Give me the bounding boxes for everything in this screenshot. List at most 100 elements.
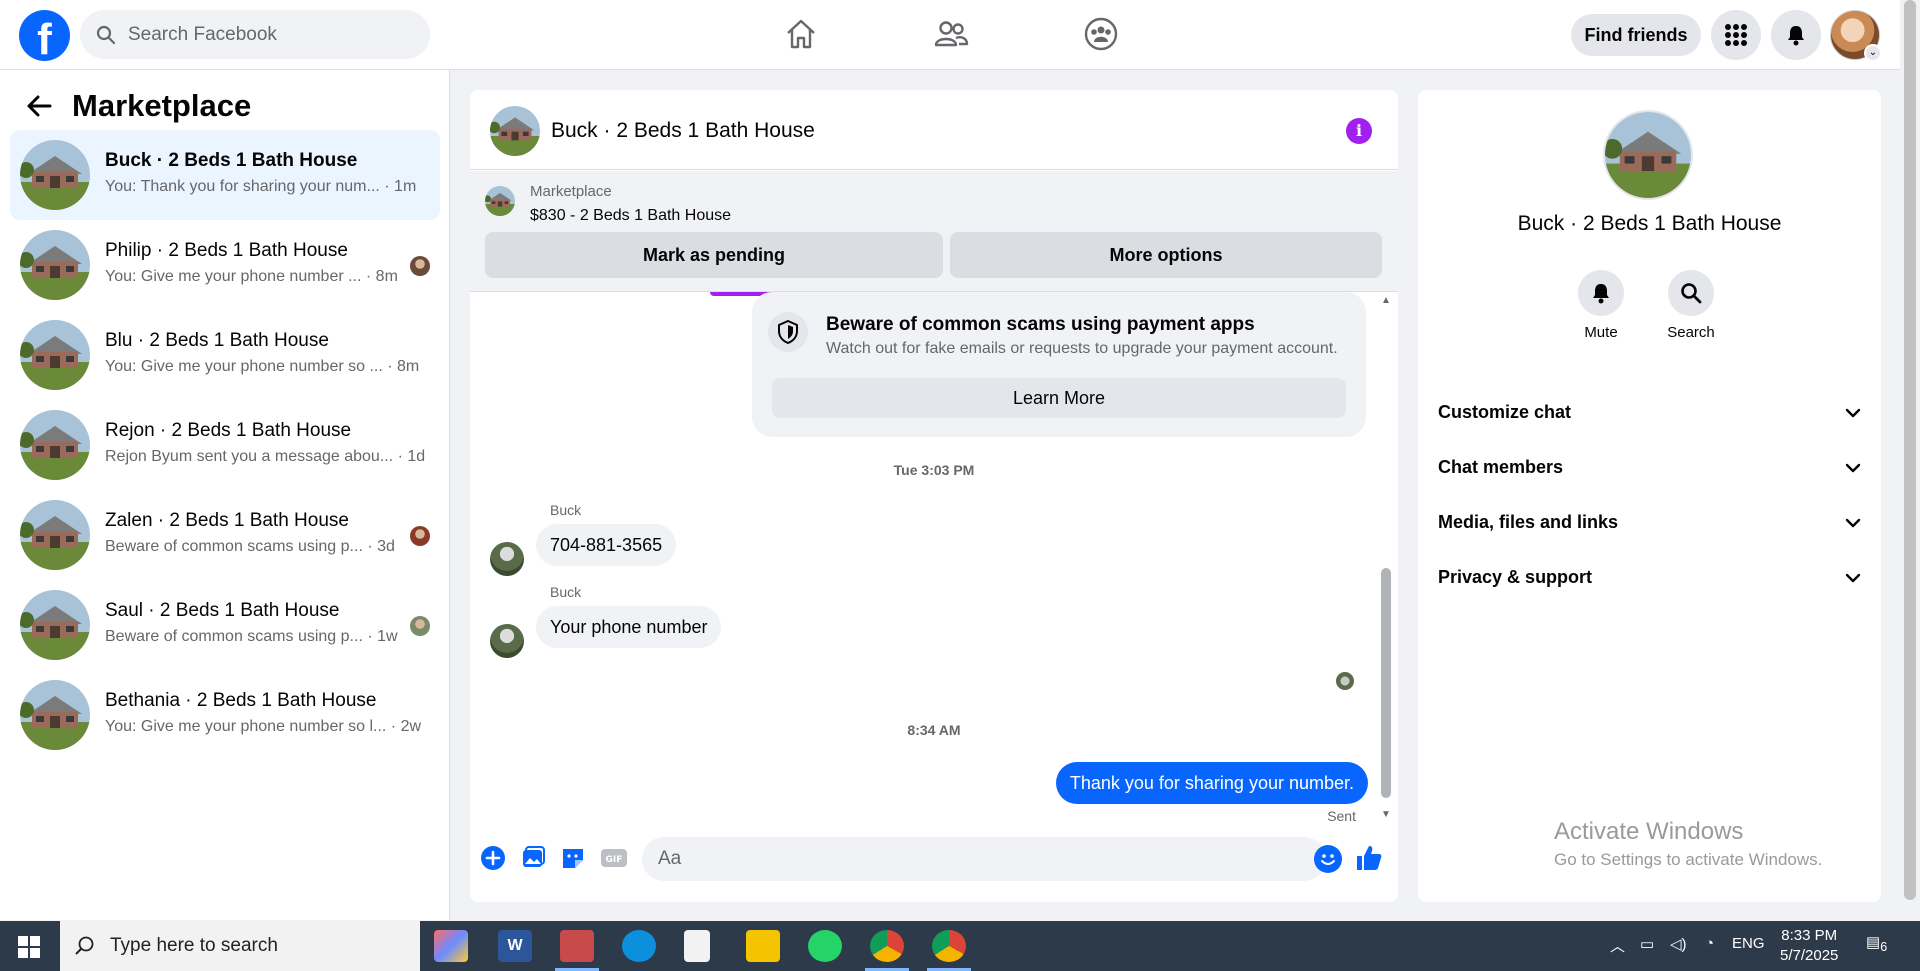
taskbar-search[interactable]: Type here to search [60,921,420,971]
sender-avatar[interactable] [490,624,524,658]
activate-subtitle: Go to Settings to activate Windows. [1554,850,1823,869]
conversation-name: Saul · 2 Beds 1 Bath House [105,600,340,621]
photo-icon[interactable] [520,845,548,873]
gif-icon[interactable]: GIF [600,845,628,873]
plus-icon[interactable] [480,845,508,873]
listing-thumbnail [20,140,90,210]
conversation-item[interactable]: Saul · 2 Beds 1 Bath House Beware of comm… [10,580,440,670]
paint-app-icon[interactable] [560,930,594,962]
mute-button[interactable]: Mute [1566,270,1636,341]
language-indicator[interactable]: ENG [1732,935,1765,952]
conversation-item[interactable]: Zalen · 2 Beds 1 Bath House Beware of com… [10,490,440,580]
facebook-logo-icon[interactable]: f [19,10,70,61]
page-scrollbar[interactable] [1900,0,1920,920]
windows-start-icon[interactable] [18,936,40,958]
show-hidden-icons-icon[interactable]: ︿ [1610,935,1625,956]
conversation-item[interactable]: Philip · 2 Beds 1 Bath House You: Give me… [10,220,440,310]
listing-price[interactable]: $830 - 2 Beds 1 Bath House [530,207,731,225]
learn-more-button[interactable]: Learn More [772,378,1346,418]
more-options-button[interactable]: More options [950,232,1382,278]
activate-title: Activate Windows [1554,818,1744,845]
bell-icon [1788,26,1804,46]
scam-subtitle: Watch out for fake emails or requests to… [826,340,1338,357]
chevron-down-icon [1845,457,1861,478]
thumbs-up-icon[interactable] [1354,843,1382,871]
back-arrow-icon[interactable] [26,93,52,119]
scrollbar-thumb[interactable] [1381,568,1391,798]
svg-text:GIF: GIF [606,855,623,865]
mark-as-pending-button[interactable]: Mark as pending [485,232,943,278]
details-section-row[interactable]: Privacy & support [1438,557,1861,597]
chrome-app-icon[interactable] [870,930,904,962]
message-thread[interactable]: Beware of common scams using payment app… [470,292,1398,822]
scam-title: Beware of common scams using payment app… [826,314,1255,335]
sender-avatar[interactable] [490,542,524,576]
incoming-message[interactable]: 704-881-3565 [536,524,677,566]
conversation-name: Zalen · 2 Beds 1 Bath House [105,510,349,531]
system-clock[interactable]: 8:33 PM 5/7/2025 [1780,926,1838,966]
panel-header: Marketplace [26,88,251,124]
conversation-preview: You: Give me your phone number so ... · … [105,358,420,375]
notifications-icon[interactable]: ▤6 [1866,933,1887,954]
details-section-row[interactable]: Media, files and links [1438,502,1861,542]
home-icon[interactable] [783,16,819,52]
sticker-icon[interactable] [560,845,588,873]
scroll-down-arrow[interactable]: ▼ [1380,810,1392,820]
top-navigation-bar: f Search Facebook Find friends ⌄ [0,0,1900,70]
outgoing-message[interactable]: Thank you for sharing your number. [1055,762,1368,804]
search-placeholder: Search Facebook [128,23,277,45]
marketplace-label: Marketplace [530,183,612,200]
search-in-chat-button[interactable]: Search [1656,270,1726,341]
page-title: Marketplace [72,88,252,123]
menu-grid-button[interactable] [1711,10,1761,60]
conversation-name: Blu · 2 Beds 1 Bath House [105,330,329,351]
conversation-preview: You: Give me your phone number ... · 8m [105,268,398,285]
chat-title[interactable]: Buck · 2 Beds 1 Bath House [551,119,815,143]
sent-status: Sent [1327,808,1356,824]
info-icon[interactable]: i [1346,118,1372,144]
page-scrollbar-thumb[interactable] [1904,0,1916,900]
chevron-down-icon [1845,512,1861,533]
details-section-row[interactable]: Customize chat [1438,392,1861,432]
search-label: Search [1667,324,1715,341]
timestamp: 8:34 AM [907,722,961,738]
details-title: Buck · 2 Beds 1 Bath House [1517,212,1782,235]
conversation-item[interactable]: Bethania · 2 Beds 1 Bath House You: Give … [10,670,440,760]
conversation-item[interactable]: Buck · 2 Beds 1 Bath House You: Thank you… [10,130,440,220]
listing-thumbnail-small[interactable] [485,186,515,216]
mute-label: Mute [1584,324,1618,341]
sticky-notes-app-icon[interactable] [746,930,780,962]
search-input[interactable]: Search Facebook [80,10,430,59]
conversation-name: Bethania · 2 Beds 1 Bath House [105,690,377,711]
notepad-app-icon[interactable] [684,930,710,962]
seen-by-avatar [410,616,430,636]
groups-icon[interactable] [1083,16,1119,52]
details-section-label: Privacy & support [1438,566,1593,587]
emoji-icon[interactable] [1314,845,1342,873]
volume-icon[interactable]: ◁) [1670,935,1687,953]
whatsapp-app-icon[interactable] [808,930,842,962]
details-section-label: Media, files and links [1438,511,1619,532]
sender-name: Buck [550,502,582,518]
message-input[interactable]: Aa [642,837,1326,881]
edge-app-icon[interactable] [622,930,656,962]
incoming-message[interactable]: Your phone number [536,606,722,648]
word-app-icon[interactable]: W [498,930,532,962]
scroll-up-arrow[interactable]: ▲ [1380,296,1392,306]
details-section-label: Customize chat [1438,401,1572,422]
listing-thumbnail[interactable] [490,106,540,156]
conversation-item[interactable]: Rejon · 2 Beds 1 Bath House Rejon Byum se… [10,400,440,490]
copilot-app-icon[interactable] [434,930,468,962]
friends-icon[interactable] [933,16,969,52]
network-icon[interactable]: ◔ [1705,935,1714,952]
find-friends-button[interactable]: Find friends [1571,14,1701,56]
listing-avatar[interactable] [1603,110,1693,200]
chevron-down-icon[interactable]: ⌄ [1864,44,1882,62]
battery-icon[interactable]: ▭ [1640,935,1654,953]
conversation-list-panel: Marketplace Buck · 2 Beds 1 Bath House Yo… [0,70,450,920]
details-section-row[interactable]: Chat members [1438,447,1861,487]
conversation-item[interactable]: Blu · 2 Beds 1 Bath House You: Give me yo… [10,310,440,400]
chrome-profile-app-icon[interactable] [932,930,966,962]
notifications-button[interactable] [1771,10,1821,60]
windows-taskbar: Type here to search W ︿ ▭ ◁) ◔ ENG 8:33 … [0,921,1920,971]
